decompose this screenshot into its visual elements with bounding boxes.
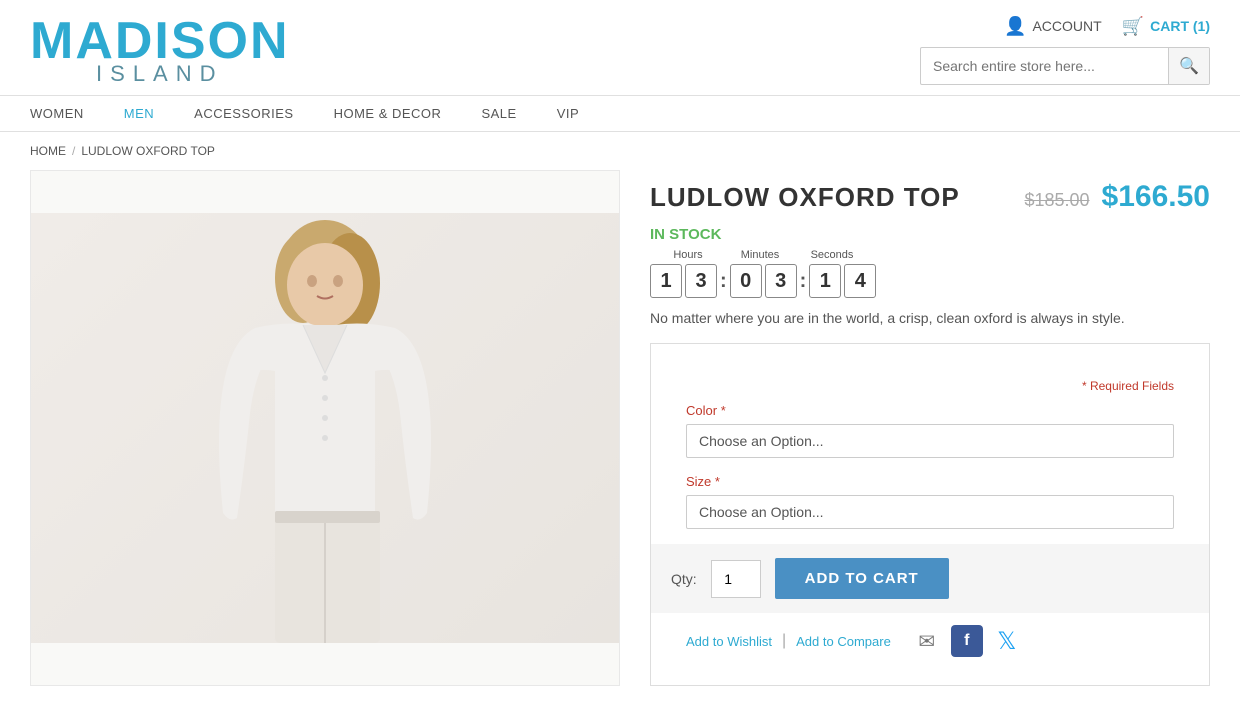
account-label: ACCOUNT — [1032, 18, 1101, 34]
seconds-label: Seconds — [796, 249, 868, 261]
account-icon: 👤 — [1004, 16, 1026, 37]
digit-6: 4 — [844, 264, 876, 298]
header-top-links: 👤 ACCOUNT 🛒 CART (1) — [1004, 16, 1210, 37]
product-details: LUDLOW OXFORD TOP $185.00 $166.50 IN STO… — [650, 170, 1210, 686]
search-input[interactable] — [921, 50, 1168, 82]
twitter-icon[interactable]: 𝕏 — [991, 625, 1023, 657]
nav-item-women[interactable]: WOMEN — [30, 106, 84, 121]
price-section: $185.00 $166.50 — [1024, 180, 1210, 214]
countdown-boxes: 1 3 : 0 3 : 1 4 — [650, 264, 1210, 298]
digit-2: 3 — [685, 264, 717, 298]
nav-item-home-decor[interactable]: HOME & DECOR — [334, 106, 442, 121]
search-bar: 🔍 — [920, 47, 1210, 85]
header: MADISON ISLAND 👤 ACCOUNT 🛒 CART (1) 🔍 — [0, 0, 1240, 96]
main-content: LUDLOW OXFORD TOP $185.00 $166.50 IN STO… — [0, 170, 1240, 716]
social-section: Add to Wishlist | Add to Compare ✉ f 𝕏 — [671, 613, 1189, 665]
search-button[interactable]: 🔍 — [1168, 48, 1209, 84]
price-original: $185.00 — [1024, 190, 1089, 211]
wishlist-link[interactable]: Add to Wishlist — [686, 634, 772, 649]
product-title-price: LUDLOW OXFORD TOP $185.00 $166.50 — [650, 180, 1210, 214]
price-sale: $166.50 — [1102, 180, 1210, 214]
cart-link[interactable]: 🛒 CART (1) — [1122, 16, 1210, 37]
size-label: Size * — [686, 474, 1174, 489]
breadcrumb-separator: / — [72, 144, 75, 158]
breadcrumb-home[interactable]: HOME — [30, 144, 66, 158]
digit-3: 0 — [730, 264, 762, 298]
qty-input[interactable] — [711, 560, 761, 598]
minutes-label: Minutes — [724, 249, 796, 261]
size-required-mark: * — [715, 474, 720, 489]
required-fields-note: * Required Fields — [686, 379, 1174, 393]
breadcrumb: HOME / LUDLOW OXFORD TOP — [0, 132, 1240, 170]
digit-4: 3 — [765, 264, 797, 298]
product-image — [31, 213, 619, 643]
digit-5: 1 — [809, 264, 841, 298]
facebook-icon[interactable]: f — [951, 625, 983, 657]
nav-item-sale[interactable]: SALE — [481, 106, 516, 121]
size-select[interactable]: Choose an Option... — [686, 495, 1174, 529]
color-required-mark: * — [721, 403, 726, 418]
nav-item-vip[interactable]: VIP — [557, 106, 579, 121]
size-label-text: Size — [686, 474, 711, 489]
nav: WOMEN MEN ACCESSORIES HOME & DECOR SALE … — [0, 96, 1240, 132]
color-select[interactable]: Choose an Option... — [686, 424, 1174, 458]
breadcrumb-current: LUDLOW OXFORD TOP — [81, 144, 215, 158]
logo-island: ISLAND — [30, 63, 290, 85]
logo-madison: MADISON — [30, 15, 290, 67]
nav-item-men[interactable]: MEN — [124, 106, 154, 121]
digit-1: 1 — [650, 264, 682, 298]
wishlist-compare-separator: | — [782, 632, 786, 650]
compare-link[interactable]: Add to Compare — [796, 634, 891, 649]
countdown-section: Hours Minutes Seconds 1 3 : 0 3 : 1 4 — [650, 249, 1210, 298]
color-label-text: Color — [686, 403, 717, 418]
color-label: Color * — [686, 403, 1174, 418]
qty-label: Qty: — [671, 571, 697, 587]
size-option-group: Size * Choose an Option... — [686, 474, 1174, 529]
header-right: 👤 ACCOUNT 🛒 CART (1) 🔍 — [920, 16, 1210, 85]
color-option-group: Color * Choose an Option... — [686, 403, 1174, 458]
account-link[interactable]: 👤 ACCOUNT — [1004, 16, 1102, 37]
woman-figure-svg — [155, 213, 495, 643]
colon-2: : — [800, 270, 807, 293]
nav-item-accessories[interactable]: ACCESSORIES — [194, 106, 293, 121]
cart-icon: 🛒 — [1122, 16, 1144, 37]
options-box: * Required Fields Color * Choose an Opti… — [650, 343, 1210, 686]
colon-1: : — [720, 270, 727, 293]
product-image-wrap — [30, 170, 620, 686]
cart-label: CART (1) — [1150, 18, 1210, 34]
countdown-labels: Hours Minutes Seconds — [652, 249, 1210, 261]
options-inner: * Required Fields Color * Choose an Opti… — [671, 364, 1189, 544]
email-icon[interactable]: ✉ — [911, 625, 943, 657]
product-title: LUDLOW OXFORD TOP — [650, 182, 960, 213]
add-to-cart-button[interactable]: ADD TO CART — [775, 558, 949, 599]
hours-label: Hours — [652, 249, 724, 261]
stock-status: IN STOCK — [650, 226, 1210, 243]
product-description: No matter where you are in the world, a … — [650, 308, 1210, 329]
cart-section: Qty: ADD TO CART — [651, 544, 1209, 613]
logo: MADISON ISLAND — [30, 15, 290, 85]
social-icons: ✉ f 𝕏 — [911, 625, 1023, 657]
